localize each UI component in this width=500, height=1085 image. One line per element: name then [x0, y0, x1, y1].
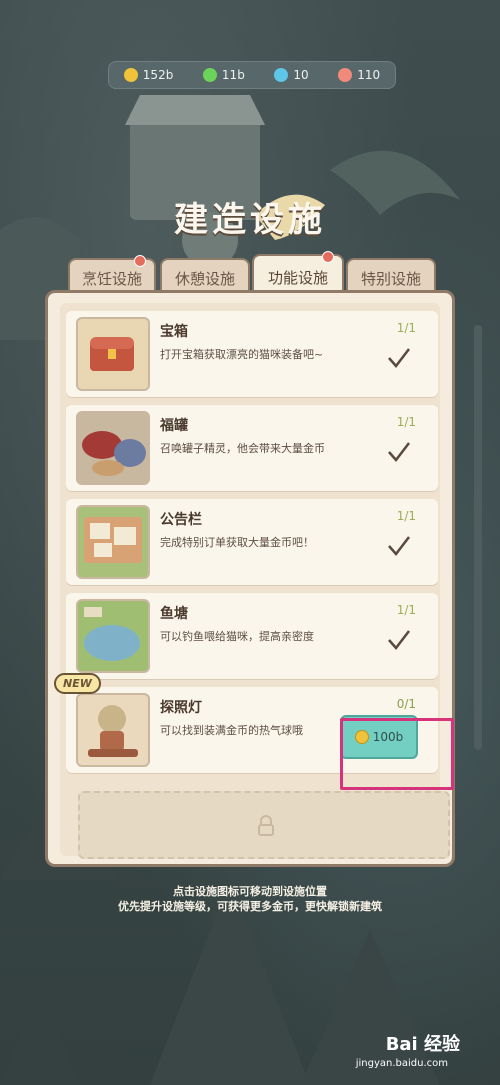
- resource-bar: 152b 11b 10 110: [108, 61, 396, 89]
- gem-icon: [274, 68, 289, 82]
- item-name: 宝箱: [160, 324, 188, 340]
- bulletin-board-icon[interactable]: [76, 505, 150, 579]
- resource-energy: 11b: [202, 68, 245, 82]
- item-count: 1/1: [396, 415, 416, 429]
- hint-line-1: 点击设施图标可移动到设施位置: [173, 885, 327, 898]
- resource-coins: 152b: [123, 68, 173, 82]
- scrollbar[interactable]: [474, 325, 482, 750]
- lucky-jar-icon[interactable]: [76, 411, 150, 485]
- checkmark-icon: [388, 442, 410, 462]
- list-item-treasure-chest[interactable]: 宝箱 打开宝箱获取漂亮的猫咪装备吧~ 1/1: [66, 311, 438, 397]
- notification-dot: [134, 255, 146, 267]
- item-name: 公告栏: [160, 512, 202, 528]
- searchlight-icon[interactable]: [76, 693, 150, 767]
- item-name: 福罐: [160, 418, 188, 434]
- item-name: 探照灯: [160, 700, 202, 716]
- fish-pond-icon[interactable]: [76, 599, 150, 673]
- lightning-icon: [202, 68, 217, 82]
- item-count: 1/1: [396, 321, 416, 335]
- resource-fish: 110: [338, 68, 380, 82]
- watermark-brand: Bai 经验: [385, 1034, 460, 1055]
- checkmark-icon: [388, 630, 410, 650]
- page-title: 建造设施: [174, 200, 326, 240]
- checkmark-icon: [388, 348, 410, 368]
- item-description: 可以找到装满金币的热气球哦: [160, 724, 303, 737]
- list-item-lucky-jar[interactable]: 福罐 召唤罐子精灵，他会带来大量金币 1/1: [66, 405, 438, 491]
- notification-dot: [322, 251, 334, 263]
- list-item-fish-pond[interactable]: 鱼塘 可以钓鱼喂给猫咪，提高亲密度 1/1: [66, 593, 438, 679]
- checkmark-icon: [388, 536, 410, 556]
- fish-icon: [338, 68, 353, 82]
- list-item-bulletin-board[interactable]: 公告栏 完成特别订单获取大量金币吧！ 1/1: [66, 499, 438, 585]
- item-description: 打开宝箱获取漂亮的猫咪装备吧~: [160, 348, 324, 361]
- annotation-highlight-box: [340, 718, 454, 790]
- coin-icon: [123, 68, 138, 82]
- item-name: 鱼塘: [160, 606, 188, 622]
- locked-slot: [78, 791, 450, 859]
- item-count: 0/1: [396, 697, 416, 711]
- item-count: 1/1: [396, 603, 416, 617]
- item-description: 可以钓鱼喂给猫咪，提高亲密度: [160, 630, 314, 643]
- lock-icon: [258, 815, 274, 836]
- new-badge: NEW: [54, 673, 101, 694]
- resource-gems: 10: [274, 68, 309, 82]
- item-description: 完成特别订单获取大量金币吧！: [160, 536, 314, 549]
- item-count: 1/1: [396, 509, 416, 523]
- treasure-chest-icon[interactable]: [76, 317, 150, 391]
- hint-line-2: 优先提升设施等级，可获得更多金币，更快解锁新建筑: [118, 900, 382, 913]
- watermark-url: jingyan.baidu.com: [355, 1058, 448, 1069]
- item-description: 召唤罐子精灵，他会带来大量金币: [160, 442, 325, 455]
